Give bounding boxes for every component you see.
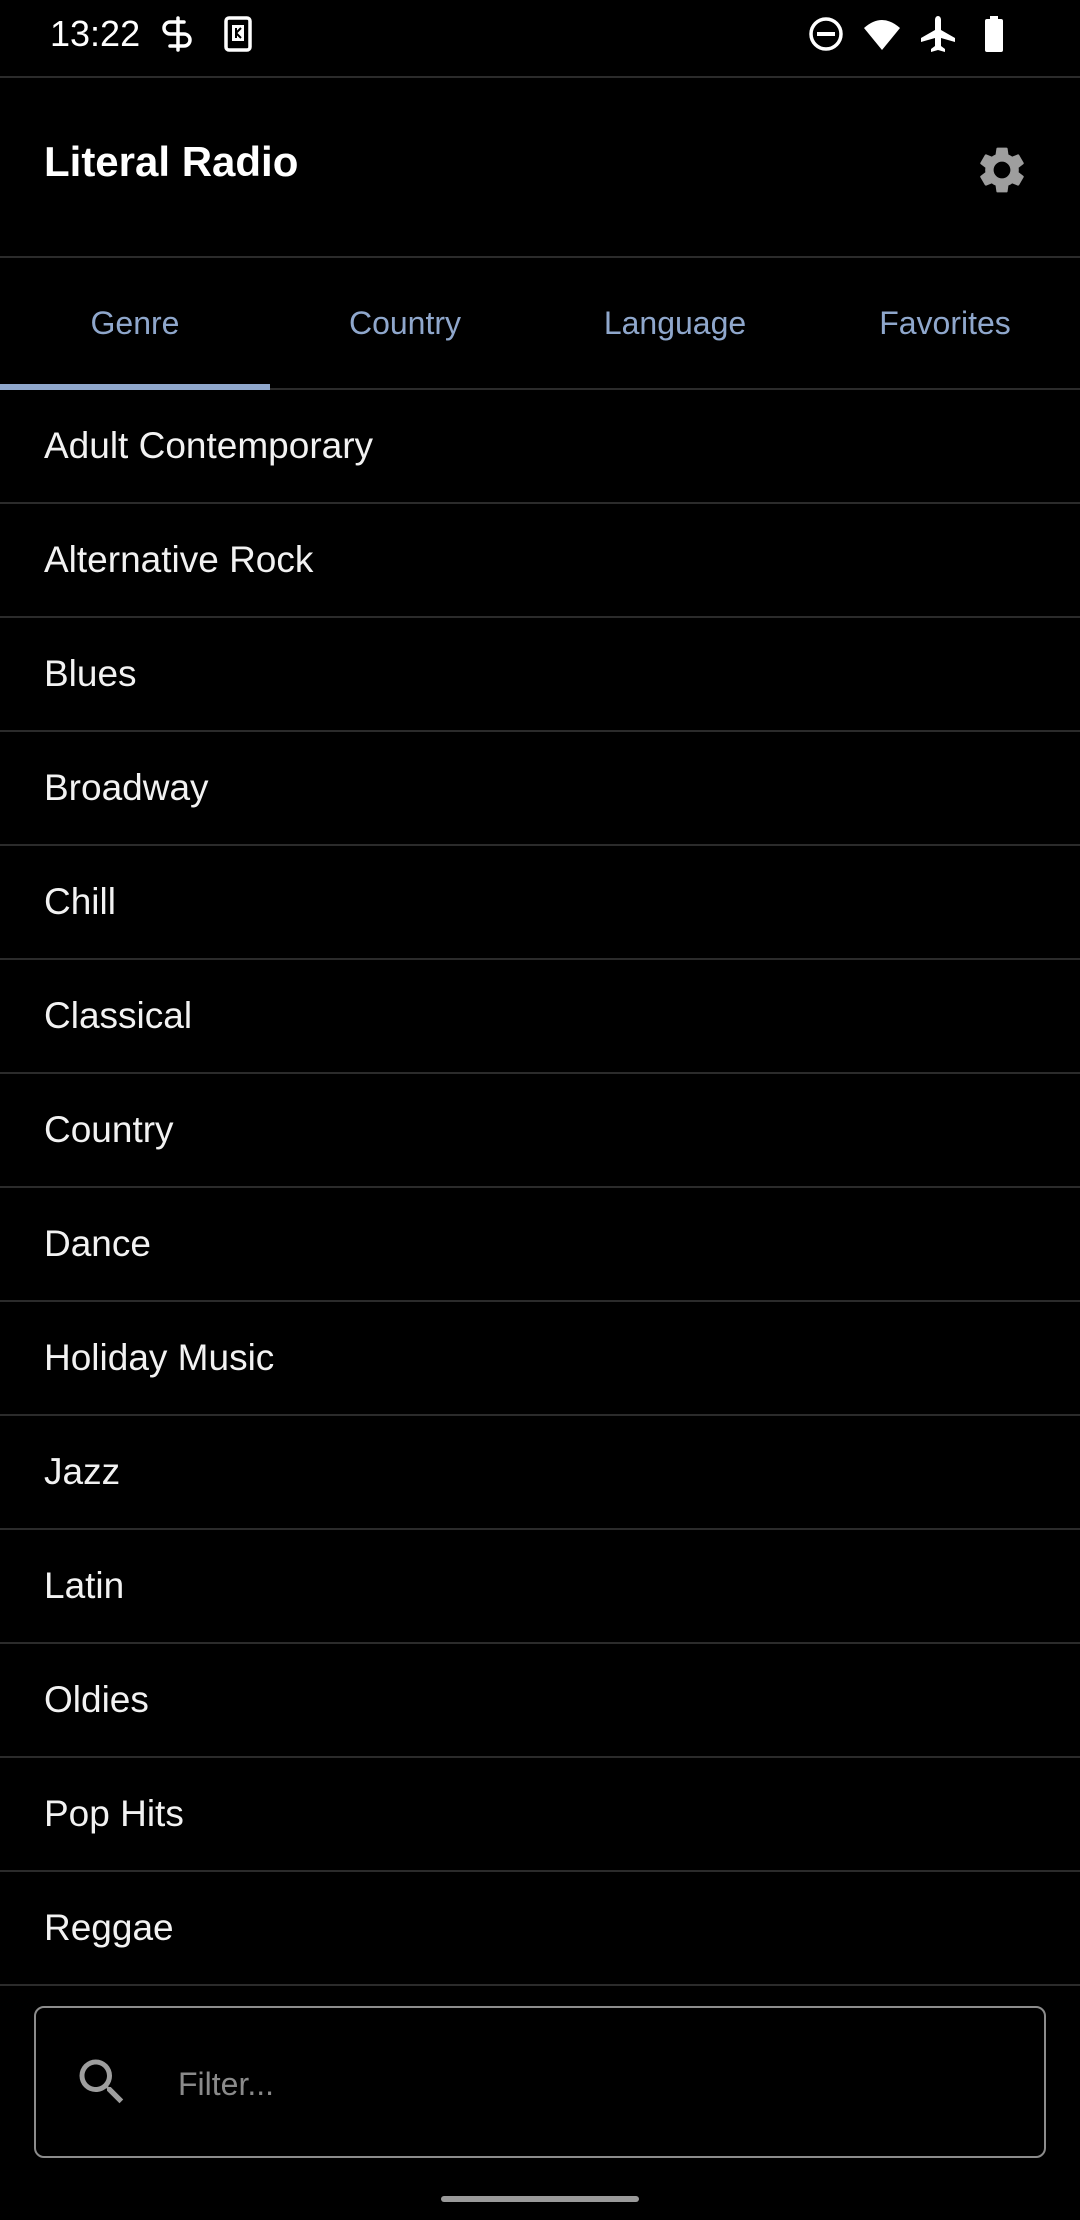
list-item-label: Jazz <box>44 1451 121 1492</box>
list-item-label: Alternative Rock <box>44 539 314 580</box>
tab-language[interactable]: Language <box>540 258 810 388</box>
tab-label: Country <box>348 304 462 341</box>
status-bar: 13:22 <box>0 0 1080 78</box>
list-item-label: Broadway <box>44 767 209 808</box>
tab-country[interactable]: Country <box>270 258 540 388</box>
list-item[interactable]: Jazz <box>0 1416 1080 1530</box>
list-item-label: Chill <box>44 881 116 922</box>
tab-label: Genre <box>90 304 180 341</box>
tab-label: Favorites <box>879 304 1011 341</box>
list-item-label: Holiday Music <box>44 1337 275 1378</box>
list-item-label: Classical <box>44 995 193 1036</box>
genre-list[interactable]: Adult Contemporary Alternative Rock Blue… <box>0 390 1080 1986</box>
list-item-label: Blues <box>44 653 137 694</box>
list-item[interactable]: Chill <box>0 846 1080 960</box>
list-item-label: Country <box>44 1109 174 1150</box>
tab-label: Language <box>603 304 747 341</box>
tab-bar: Genre Country Language Favorites <box>0 258 1080 390</box>
do-not-disturb-icon <box>809 17 843 51</box>
filter-input[interactable] <box>176 2048 1020 2120</box>
list-item-label: Pop Hits <box>44 1793 184 1834</box>
tab-favorites[interactable]: Favorites <box>810 258 1080 388</box>
list-item[interactable]: Country <box>0 1074 1080 1188</box>
battery-icon <box>985 16 1003 52</box>
list-item[interactable]: Alternative Rock <box>0 504 1080 618</box>
list-item[interactable]: Holiday Music <box>0 1302 1080 1416</box>
gear-icon <box>980 147 1024 193</box>
filter-box[interactable] <box>34 2006 1046 2158</box>
home-indicator[interactable] <box>441 2196 639 2202</box>
list-item-label: Latin <box>44 1565 125 1606</box>
list-item-label: Reggae <box>44 1907 174 1948</box>
airplane-icon <box>921 16 955 52</box>
status-time: 13:22 <box>50 13 141 54</box>
wifi-icon <box>864 20 900 50</box>
list-item[interactable]: Broadway <box>0 732 1080 846</box>
tab-genre[interactable]: Genre <box>0 258 270 390</box>
app-title: Literal Radio <box>44 138 299 185</box>
settings-button[interactable] <box>966 134 1038 206</box>
list-item-label: Dance <box>44 1223 151 1264</box>
search-icon <box>79 2059 124 2104</box>
list-item[interactable]: Adult Contemporary <box>0 390 1080 504</box>
list-item-label: Adult Contemporary <box>44 425 374 466</box>
list-item[interactable]: Oldies <box>0 1644 1080 1758</box>
list-item[interactable]: Dance <box>0 1188 1080 1302</box>
app-notification-icon <box>224 16 252 52</box>
list-item[interactable]: Latin <box>0 1530 1080 1644</box>
list-item[interactable]: Reggae <box>0 1872 1080 1986</box>
list-item[interactable]: Blues <box>0 618 1080 732</box>
authenticator-icon <box>162 16 192 52</box>
app-bar: Literal Radio <box>0 78 1080 258</box>
list-item-label: Oldies <box>44 1679 149 1720</box>
list-item[interactable]: Classical <box>0 960 1080 1074</box>
list-item[interactable]: Pop Hits <box>0 1758 1080 1872</box>
